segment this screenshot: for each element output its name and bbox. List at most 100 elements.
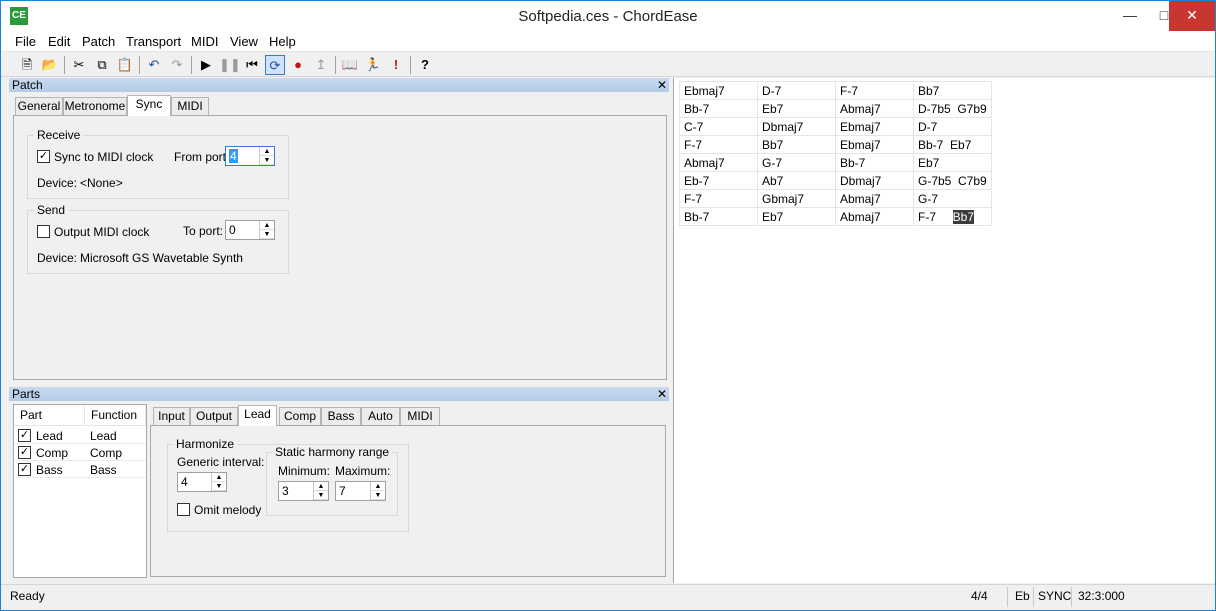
maximum-spinner[interactable]: 7 ▲ ▼ — [335, 481, 386, 501]
list-item[interactable]: ✓ Bass Bass — [14, 461, 146, 478]
chord-cell[interactable]: Abmaj7 — [679, 153, 758, 172]
menu-transport[interactable]: Transport — [126, 34, 181, 49]
play-icon[interactable]: ▶ — [196, 55, 216, 75]
list-item[interactable]: ✓ Lead Lead — [14, 427, 146, 444]
chord-cell[interactable]: Eb-7 — [679, 171, 758, 190]
sync-midi-clock-checkbox[interactable]: ✓ — [37, 150, 50, 163]
chord-cell[interactable]: G-7 — [757, 153, 836, 172]
paste-icon[interactable]: 📋 — [115, 55, 135, 75]
undo-icon[interactable]: ↶ — [144, 55, 164, 75]
chord-cell[interactable]: F-7 — [679, 189, 758, 208]
col-part[interactable]: Part — [14, 405, 85, 426]
chord-cell[interactable]: F-7 — [835, 81, 914, 100]
tab-metronome[interactable]: Metronome — [63, 97, 127, 116]
open-icon[interactable]: 📂 — [40, 55, 60, 75]
patch-pane-close-icon[interactable]: ✕ — [655, 78, 669, 92]
song-icon[interactable]: 📖 — [340, 55, 360, 75]
spin-up-icon[interactable]: ▲ — [260, 147, 274, 156]
output-midi-clock-checkbox[interactable] — [37, 225, 50, 238]
part-comp-checkbox[interactable]: ✓ — [18, 446, 31, 459]
chord-cell[interactable]: D-7 — [757, 81, 836, 100]
chord-cell[interactable]: D-7 — [913, 117, 992, 136]
chord-cell[interactable]: Eb7 — [757, 207, 836, 226]
chord-cell[interactable]: Bb-7 — [679, 207, 758, 226]
chord-cell[interactable]: F-7 Bb7 — [913, 207, 992, 226]
alert-icon[interactable]: ! — [386, 55, 406, 75]
chord-cell[interactable]: Abmaj7 — [835, 99, 914, 118]
new-icon[interactable]: 🗎 — [17, 55, 37, 75]
tab-auto[interactable]: Auto — [361, 407, 400, 426]
chord-cell[interactable]: Ebmaj7 — [679, 81, 758, 100]
chord-cell[interactable]: G-7 — [913, 189, 992, 208]
menu-edit[interactable]: Edit — [48, 34, 70, 49]
parts-list[interactable]: Part Function ✓ Lead Lead ✓ Comp Comp ✓ … — [13, 404, 147, 578]
spin-up-icon[interactable]: ▲ — [314, 482, 328, 491]
chord-cell[interactable]: Bb7 — [757, 135, 836, 154]
spin-down-icon[interactable]: ▼ — [314, 491, 328, 500]
from-port-spinner[interactable]: 4 ▲ ▼ — [225, 146, 275, 166]
chord-cell[interactable]: Eb7 — [757, 99, 836, 118]
menu-file[interactable]: File — [15, 34, 36, 49]
tab-bass[interactable]: Bass — [321, 407, 361, 426]
run-icon[interactable]: 🏃 — [363, 55, 383, 75]
chord-cell[interactable]: Abmaj7 — [835, 207, 914, 226]
parts-pane-close-icon[interactable]: ✕ — [655, 387, 669, 401]
tab-midi[interactable]: MIDI — [171, 97, 209, 116]
chord-cell[interactable]: Bb-7 Eb7 — [913, 135, 992, 154]
chord-cell[interactable]: Bb-7 — [835, 153, 914, 172]
spin-down-icon[interactable]: ▼ — [260, 156, 274, 165]
generic-interval-spinner[interactable]: 4 ▲ ▼ — [177, 472, 227, 492]
spin-down-icon[interactable]: ▼ — [371, 491, 385, 500]
to-port-spinner[interactable]: 0 ▲ ▼ — [225, 220, 275, 240]
pause-icon[interactable]: ❚❚ — [219, 55, 241, 75]
chord-cell[interactable]: Bb-7 — [679, 99, 758, 118]
minimum-spinner[interactable]: 3 ▲ ▼ — [278, 481, 329, 501]
menu-midi[interactable]: MIDI — [191, 34, 218, 49]
chord-cell[interactable]: C-7 — [679, 117, 758, 136]
chord-cell[interactable]: F-7 — [679, 135, 758, 154]
tab-output[interactable]: Output — [190, 407, 238, 426]
chord-cell[interactable]: Abmaj7 — [835, 189, 914, 208]
part-lead-checkbox[interactable]: ✓ — [18, 429, 31, 442]
chord-cell[interactable]: Bb7 — [913, 81, 992, 100]
chord-cell[interactable]: Eb7 — [913, 153, 992, 172]
rewind-icon[interactable]: ⏮ — [242, 55, 262, 75]
list-item[interactable]: ✓ Comp Comp — [14, 444, 146, 461]
omit-melody-checkbox[interactable] — [177, 503, 190, 516]
chord-cell[interactable]: Dbmaj7 — [757, 117, 836, 136]
menu-patch[interactable]: Patch — [82, 34, 115, 49]
spin-up-icon[interactable]: ▲ — [260, 221, 274, 230]
spin-down-icon[interactable]: ▼ — [212, 482, 226, 491]
chord-cell[interactable]: Ebmaj7 — [835, 117, 914, 136]
loop-icon[interactable]: ⟳ — [265, 55, 285, 75]
tab-parts-midi[interactable]: MIDI — [400, 407, 440, 426]
part-bass-checkbox[interactable]: ✓ — [18, 463, 31, 476]
tab-lead[interactable]: Lead — [238, 405, 277, 426]
minimize-button[interactable]: — — [1113, 1, 1147, 31]
chord-cell[interactable]: G-7b5 C7b9 — [913, 171, 992, 190]
spin-up-icon[interactable]: ▲ — [371, 482, 385, 491]
selected-chord[interactable]: Bb7 — [952, 209, 975, 224]
redo-icon[interactable]: ↷ — [167, 55, 187, 75]
chord-cell[interactable]: Dbmaj7 — [835, 171, 914, 190]
record-icon[interactable]: ● — [288, 55, 308, 75]
copy-icon[interactable]: ⧉ — [92, 55, 112, 75]
cut-icon[interactable]: ✂ — [69, 55, 89, 75]
menu-view[interactable]: View — [230, 34, 258, 49]
spin-up-icon[interactable]: ▲ — [212, 473, 226, 482]
tab-input[interactable]: Input — [153, 407, 190, 426]
close-button[interactable]: ✕ — [1169, 1, 1215, 31]
menu-help[interactable]: Help — [269, 34, 296, 49]
tab-general[interactable]: General — [15, 97, 63, 116]
chord-cell[interactable]: Ebmaj7 — [835, 135, 914, 154]
chord-cell[interactable]: Ab7 — [757, 171, 836, 190]
punch-icon[interactable]: ↥ — [311, 55, 331, 75]
spin-down-icon[interactable]: ▼ — [260, 230, 274, 239]
tab-sync[interactable]: Sync — [127, 95, 171, 116]
col-function[interactable]: Function — [85, 405, 146, 426]
help-icon[interactable]: ? — [415, 55, 435, 75]
chord-cell[interactable]: Gbmaj7 — [757, 189, 836, 208]
chord-chart[interactable]: Ebmaj7 D-7 F-7 Bb7 Bb-7 Eb7 Abmaj7 D-7b5… — [679, 81, 992, 226]
chord-cell[interactable]: D-7b5 G7b9 — [913, 99, 992, 118]
tab-comp[interactable]: Comp — [279, 407, 321, 426]
